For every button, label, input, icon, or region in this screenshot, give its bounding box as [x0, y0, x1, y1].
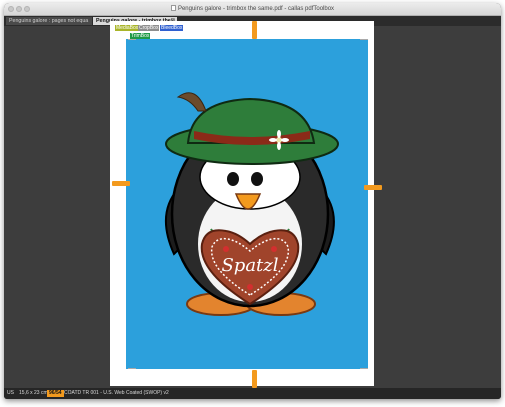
status-badge: 96/54	[47, 390, 64, 397]
status-bar: US 15,6 x 23 cm 96/54 COATD TR 001 - U.S…	[4, 388, 501, 399]
trimbox-bottom-handle[interactable]	[252, 370, 257, 388]
penguin-artwork: Spatzl	[164, 92, 339, 316]
tab-penguins-pages-not-equal[interactable]: Penguins galore : pages not equa	[6, 17, 92, 25]
trimbox-label: TrimBox	[130, 33, 151, 39]
mediabox-label: MediaBox	[115, 25, 140, 31]
units-label: US	[7, 390, 14, 396]
trimbox-left-handle[interactable]	[112, 181, 130, 186]
title-bar: Penguins galore - trimbox the same.pdf -…	[4, 3, 501, 16]
penguin-right-eye	[251, 172, 263, 186]
document-icon	[170, 5, 176, 11]
hat-feather	[176, 92, 207, 112]
trimbox-right-handle[interactable]	[364, 185, 382, 190]
heart-flower	[247, 284, 253, 290]
page-size-label: 15,6 x 23 cm	[19, 390, 48, 396]
heart-flower	[271, 246, 277, 252]
heart-flower	[223, 246, 229, 252]
penguin-left-eye	[227, 172, 239, 186]
heart-text: Spatzl	[221, 255, 278, 276]
trimbox-top-handle[interactable]	[252, 21, 257, 39]
cropbox-label: CropBox	[138, 25, 160, 31]
window-title: Penguins galore - trimbox the same.pdf -…	[4, 4, 501, 14]
bleedbox-label: BleedBox	[160, 25, 184, 31]
output-intent-label: COATD TR 001 - U.S. Web Coated (SWOP) v2	[64, 390, 169, 396]
